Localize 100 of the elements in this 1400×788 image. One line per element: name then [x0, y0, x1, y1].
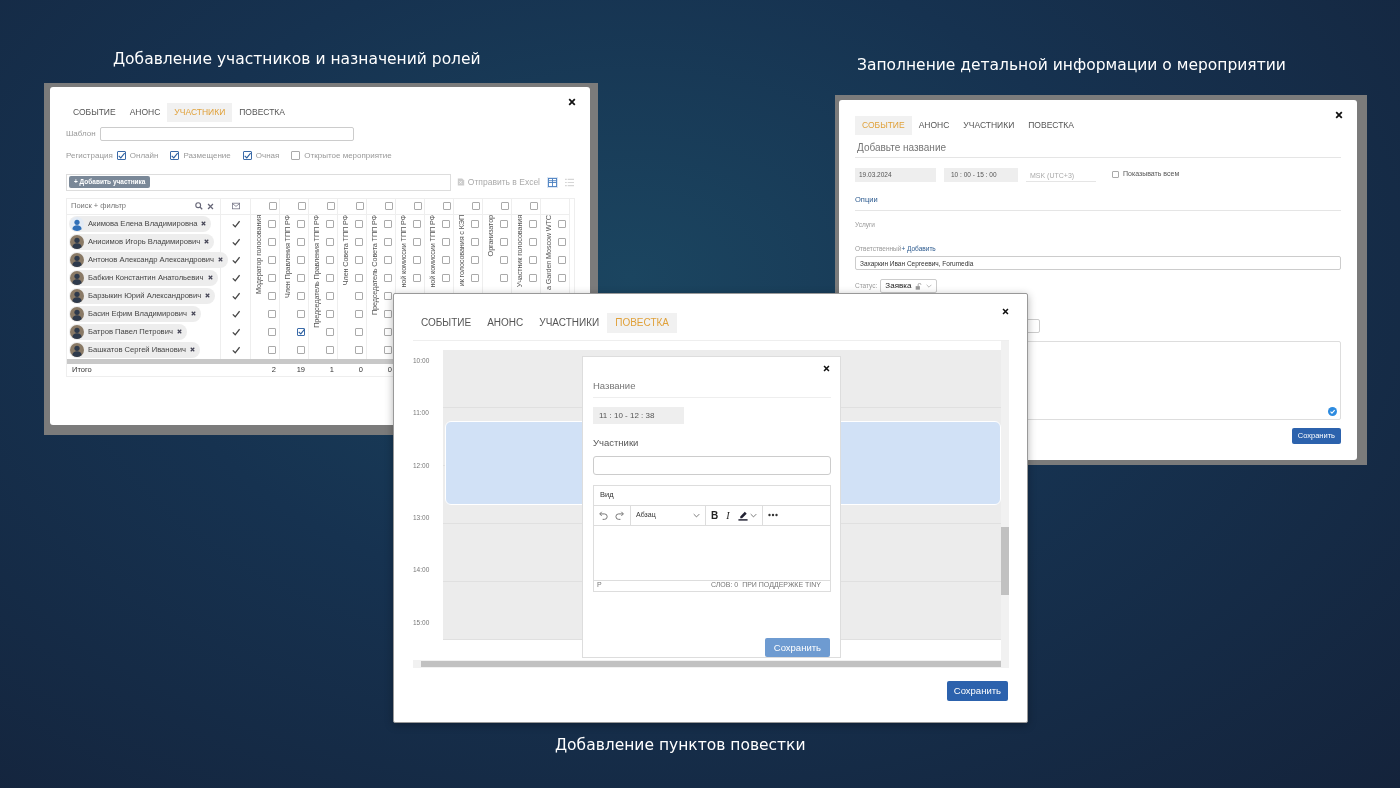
checkbox[interactable] [268, 327, 277, 336]
tab[interactable]: СОБЫТИЕ [66, 103, 123, 122]
checkbox[interactable] [355, 255, 364, 264]
checkbox[interactable] [529, 273, 538, 282]
format-button[interactable]: B [711, 507, 719, 523]
checkbox[interactable] [269, 202, 277, 210]
checkbox[interactable] [500, 255, 509, 264]
checkbox[interactable] [355, 291, 364, 300]
participants-field[interactable] [593, 455, 831, 475]
checkbox[interactable] [170, 151, 180, 160]
tab[interactable]: УЧАСТНИКИ [956, 116, 1022, 135]
checkbox[interactable] [355, 345, 364, 354]
checkbox[interactable] [326, 291, 335, 300]
checkbox[interactable] [442, 219, 451, 228]
checkbox[interactable] [442, 273, 451, 282]
checkbox[interactable] [355, 309, 364, 318]
status-select[interactable]: Заявка [880, 279, 938, 294]
checkbox[interactable] [326, 237, 335, 246]
template-field[interactable] [99, 126, 354, 141]
search-icon[interactable] [195, 202, 203, 210]
checkbox[interactable] [384, 309, 393, 318]
tab[interactable]: ПОВЕСТКА [1021, 116, 1081, 135]
checkbox[interactable] [530, 202, 538, 210]
remove-icon[interactable] [190, 311, 196, 316]
checkbox[interactable] [297, 345, 306, 354]
checkbox[interactable] [500, 237, 509, 246]
checkbox[interactable] [471, 255, 480, 264]
checkbox[interactable] [558, 219, 567, 228]
clear-icon[interactable] [207, 202, 214, 210]
checkbox[interactable] [326, 273, 335, 282]
remove-icon[interactable] [218, 257, 223, 262]
checkbox[interactable] [297, 255, 306, 264]
redo-icon[interactable] [615, 510, 625, 520]
highlighter-icon[interactable] [737, 509, 748, 521]
checkbox[interactable] [501, 202, 509, 210]
close-icon[interactable] [1335, 111, 1343, 119]
checkbox[interactable] [355, 219, 364, 228]
checkbox[interactable] [355, 237, 364, 246]
checkbox[interactable] [500, 273, 509, 282]
save-button[interactable]: Сохранить [946, 681, 1008, 701]
checkbox[interactable] [529, 237, 538, 246]
checkbox[interactable] [384, 255, 393, 264]
checkbox[interactable] [384, 237, 393, 246]
checkbox[interactable] [268, 273, 277, 282]
checkbox[interactable] [297, 219, 306, 228]
checkbox[interactable] [268, 255, 277, 264]
checkbox[interactable] [471, 273, 480, 282]
checkbox[interactable] [268, 291, 277, 300]
checkbox[interactable] [268, 345, 277, 354]
close-icon[interactable] [823, 365, 830, 372]
checkbox[interactable] [355, 273, 364, 282]
checkbox[interactable] [558, 273, 567, 282]
checkbox[interactable] [413, 255, 422, 264]
checkbox[interactable] [443, 202, 451, 210]
time-field[interactable]: 11 : 10 - 12 : 38 [593, 407, 684, 425]
grid-view-icon[interactable] [548, 177, 557, 187]
checkbox[interactable] [298, 202, 306, 210]
checkbox[interactable] [500, 219, 509, 228]
remove-icon[interactable] [207, 275, 213, 280]
checkbox[interactable] [413, 237, 422, 246]
checkbox[interactable] [326, 255, 335, 264]
horizontal-scrollbar[interactable] [413, 660, 1009, 668]
tab[interactable]: СОБЫТИЕ [413, 313, 480, 333]
checkbox[interactable] [297, 291, 306, 300]
checkbox[interactable] [1112, 171, 1119, 178]
checkbox[interactable] [326, 345, 335, 354]
list-view-icon[interactable] [565, 177, 574, 187]
checkbox[interactable] [326, 219, 335, 228]
close-icon[interactable] [568, 98, 576, 106]
checkbox[interactable] [242, 151, 252, 160]
checkbox[interactable] [356, 202, 364, 210]
checkbox[interactable] [268, 219, 277, 228]
checkbox[interactable] [558, 237, 567, 246]
remove-icon[interactable] [204, 239, 210, 244]
remove-icon[interactable] [190, 347, 195, 352]
checkbox[interactable] [268, 237, 277, 246]
close-icon[interactable] [1002, 308, 1009, 315]
checkbox[interactable] [558, 255, 567, 264]
checkbox[interactable] [471, 237, 480, 246]
checkbox[interactable] [529, 255, 538, 264]
checkbox[interactable] [355, 327, 364, 336]
tab[interactable]: АНОНС [122, 103, 168, 122]
vertical-scrollbar[interactable] [1001, 341, 1009, 660]
checkbox[interactable] [297, 327, 306, 336]
checkbox[interactable] [529, 219, 538, 228]
remove-icon[interactable] [205, 293, 211, 298]
tab[interactable]: АНОНС [479, 313, 532, 333]
checkbox[interactable] [297, 237, 306, 246]
checkbox[interactable] [297, 273, 306, 282]
checkbox[interactable] [413, 273, 422, 282]
checkbox[interactable] [326, 309, 335, 318]
checkbox[interactable] [385, 202, 393, 210]
checkbox[interactable] [327, 202, 335, 210]
checkbox[interactable] [414, 202, 422, 210]
tab[interactable]: АНОНС [911, 116, 957, 135]
checkbox[interactable] [413, 219, 422, 228]
checkbox[interactable] [297, 309, 306, 318]
tab[interactable]: ПОВЕСТКА [232, 103, 292, 122]
remove-icon[interactable] [201, 221, 207, 226]
tab[interactable]: УЧАСТНИКИ [531, 313, 608, 333]
